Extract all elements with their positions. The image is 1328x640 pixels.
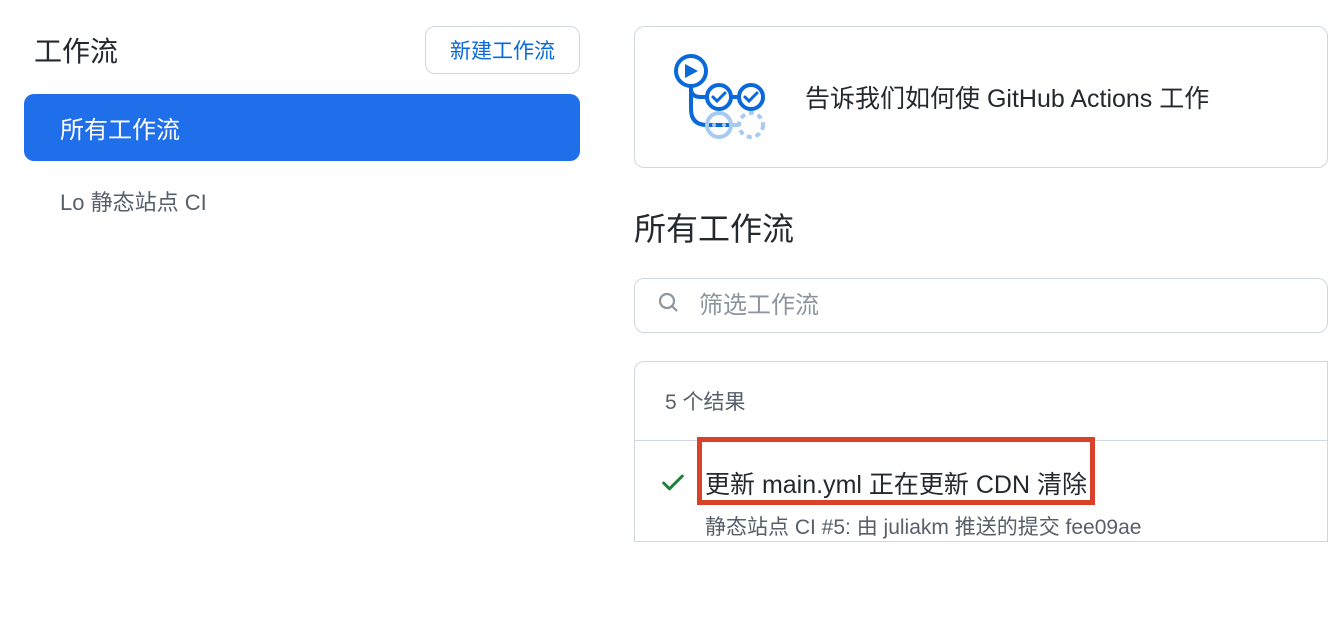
sidebar-item-static-ci[interactable]: Lo 静态站点 CI (24, 167, 580, 235)
sidebar-title: 工作流 (34, 30, 118, 70)
results-count: 5 个结果 (635, 362, 1327, 441)
result-title[interactable]: 更新 main.yml 正在更新 CDN 清除 (705, 465, 1087, 501)
workflow-icon (669, 53, 769, 141)
new-workflow-button[interactable]: 新建工作流 (425, 26, 580, 74)
main-content: 告诉我们如何使 GitHub Actions 工作 所有工作流 5 个结果 更新… (594, 0, 1328, 640)
feedback-banner[interactable]: 告诉我们如何使 GitHub Actions 工作 (634, 26, 1328, 168)
page-title: 所有工作流 (634, 204, 1328, 250)
banner-text: 告诉我们如何使 GitHub Actions 工作 (805, 79, 1209, 115)
result-subtitle: 静态站点 CI #5: 由 juliakm 推送的提交 fee09ae (705, 511, 1297, 541)
sidebar: 工作流 新建工作流 所有工作流 Lo 静态站点 CI (0, 0, 594, 640)
sidebar-item-all-workflows[interactable]: 所有工作流 (24, 94, 580, 161)
results-panel: 5 个结果 更新 main.yml 正在更新 CDN 清除 静态站点 CI #5… (634, 361, 1328, 542)
result-body: 更新 main.yml 正在更新 CDN 清除 静态站点 CI #5: 由 ju… (705, 465, 1297, 541)
filter-box[interactable] (634, 278, 1328, 333)
result-row[interactable]: 更新 main.yml 正在更新 CDN 清除 静态站点 CI #5: 由 ju… (635, 441, 1327, 541)
sidebar-item-label: Lo 静态站点 CI (60, 190, 207, 215)
check-icon (659, 469, 687, 502)
filter-input[interactable] (699, 292, 1305, 320)
sidebar-header: 工作流 新建工作流 (24, 26, 580, 74)
search-icon (657, 291, 681, 320)
sidebar-item-label: 所有工作流 (60, 117, 180, 144)
